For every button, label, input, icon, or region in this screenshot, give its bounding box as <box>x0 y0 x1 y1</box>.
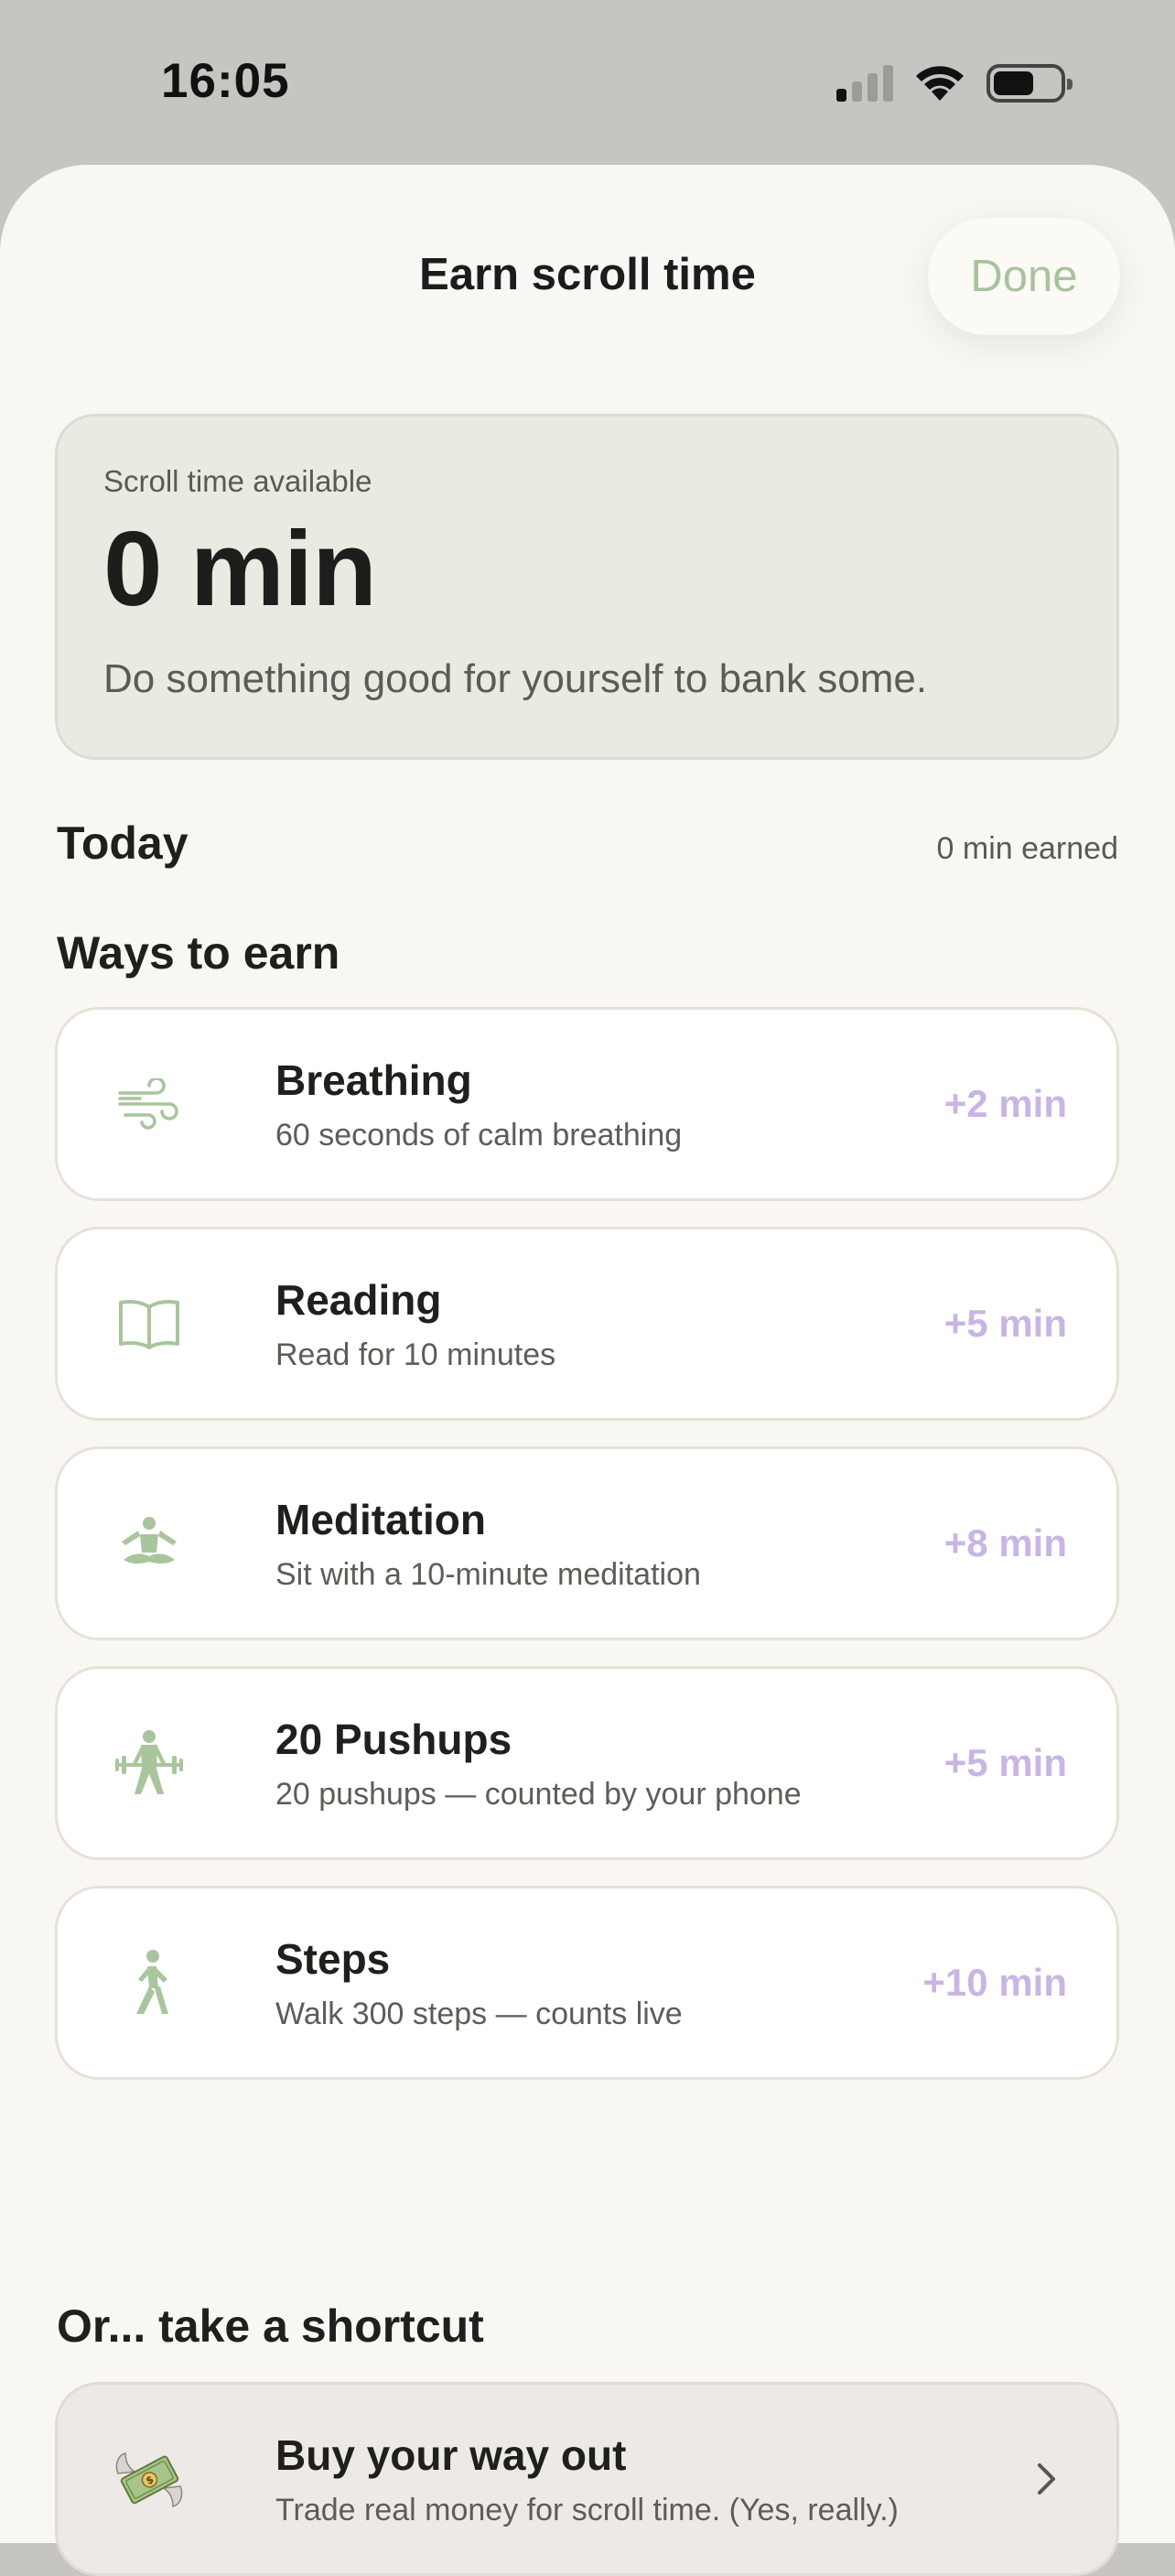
weightlifting-icon <box>113 1726 186 1800</box>
task-text: 20 Pushups 20 pushups — counted by your … <box>275 1715 944 1813</box>
earn-sheet: Earn scroll time Done Scroll time availa… <box>0 165 1175 2576</box>
task-description: 20 pushups — counted by your phone <box>275 1776 802 1812</box>
book-icon <box>113 1287 186 1360</box>
task-pushups[interactable]: 20 Pushups 20 pushups — counted by your … <box>55 1666 1119 1860</box>
task-reward: +10 min <box>922 1961 1067 2004</box>
buy-your-way-out-button[interactable]: $ Buy your way out Trade real money for … <box>55 2382 1119 2576</box>
cellular-signal-icon <box>836 65 893 102</box>
today-earned: 0 min earned <box>936 831 1118 866</box>
balance-hint: Do something good for yourself to bank s… <box>103 656 928 701</box>
balance-label: Scroll time available <box>103 464 372 498</box>
task-title: Steps <box>275 1934 391 1983</box>
task-description: Sit with a 10-minute meditation <box>275 1556 701 1592</box>
done-button[interactable]: Done <box>928 218 1120 335</box>
task-text: Steps Walk 300 steps — counts live <box>275 1934 922 2032</box>
today-row: Today 0 min earned <box>57 817 1118 870</box>
task-text: Reading Read for 10 minutes <box>275 1275 944 1373</box>
task-description: 60 seconds of calm breathing <box>275 1117 683 1153</box>
task-description: Read for 10 minutes <box>275 1337 556 1372</box>
chevron-right-icon <box>1029 2461 1065 2497</box>
task-title: Breathing <box>275 1055 472 1104</box>
shortcut-title: Buy your way out <box>275 2430 627 2479</box>
task-text: Breathing 60 seconds of calm breathing <box>275 1055 944 1153</box>
balance-value: 0 min <box>103 509 377 628</box>
task-breathing[interactable]: Breathing 60 seconds of calm breathing +… <box>55 1007 1119 1201</box>
status-time: 16:05 <box>161 54 290 108</box>
today-heading: Today <box>57 817 189 869</box>
shortcut-description: Trade real money for scroll time. (Yes, … <box>275 2492 899 2527</box>
task-title: Meditation <box>275 1495 486 1543</box>
task-reward: +5 min <box>943 1302 1067 1345</box>
task-reward: +8 min <box>943 1521 1067 1564</box>
task-reading[interactable]: Reading Read for 10 minutes +5 min <box>55 1227 1119 1421</box>
task-description: Walk 300 steps — counts live <box>275 1996 683 2031</box>
ways-heading: Ways to earn <box>57 927 340 979</box>
task-meditation[interactable]: Meditation Sit with a 10-minute meditati… <box>55 1446 1119 1640</box>
shortcut-text: Buy your way out Trade real money for sc… <box>275 2430 1029 2528</box>
task-reward: +5 min <box>943 1741 1067 1784</box>
task-reward: +2 min <box>943 1082 1067 1125</box>
battery-icon <box>986 64 1073 103</box>
meditation-icon <box>113 1507 186 1580</box>
wind-icon <box>113 1067 186 1141</box>
shortcut-heading: Or... take a shortcut <box>57 2300 484 2352</box>
task-title: 20 Pushups <box>275 1715 512 1763</box>
walking-icon <box>113 1946 186 2019</box>
money-with-wings-icon: $ <box>113 2442 186 2516</box>
task-text: Meditation Sit with a 10-minute meditati… <box>275 1495 944 1593</box>
status-bar: 16:05 <box>0 0 1175 165</box>
task-steps[interactable]: Steps Walk 300 steps — counts live +10 m… <box>55 1886 1119 2080</box>
balance-card: Scroll time available 0 min Do something… <box>55 414 1119 760</box>
task-list: Breathing 60 seconds of calm breathing +… <box>55 1007 1119 2105</box>
task-title: Reading <box>275 1275 442 1324</box>
wifi-icon <box>916 66 964 101</box>
status-icons <box>836 64 1073 103</box>
